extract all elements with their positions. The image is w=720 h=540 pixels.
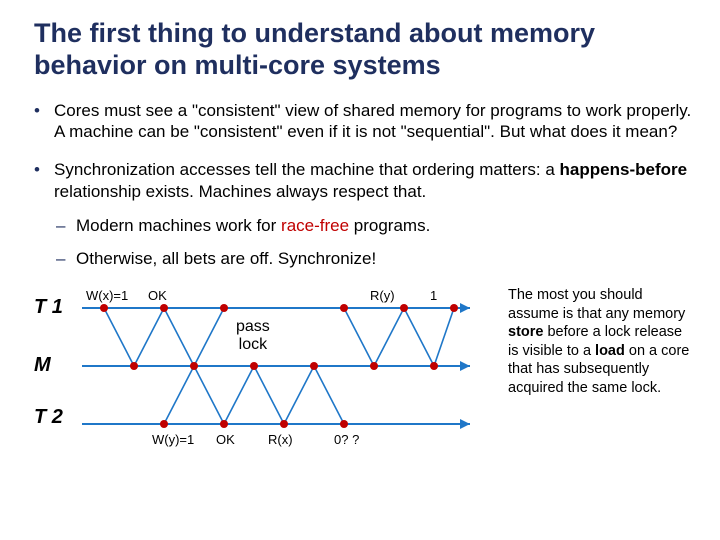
label-ok-bot: OK <box>216 432 235 447</box>
row-label-t1: T 1 <box>34 296 63 319</box>
label-lock: lock <box>239 336 267 353</box>
note-b1: store <box>508 324 543 340</box>
label-ry: R(y) <box>370 288 395 303</box>
sub-bullet-list: Modern machines work for race-free progr… <box>54 215 692 271</box>
sub-bullet-1: Modern machines work for race-free progr… <box>54 215 692 237</box>
sub1-post: programs. <box>349 216 430 235</box>
diagram-svg <box>34 286 494 446</box>
timeline-diagram: T 1 M T 2 W(x)=1 OK R(y) 1 pass lock W(y… <box>34 286 494 446</box>
label-wx1: W(x)=1 <box>86 288 128 303</box>
bullet-2-pre: Synchronization accesses tell the machin… <box>54 160 560 179</box>
bullet-2: Synchronization accesses tell the machin… <box>34 159 692 270</box>
label-rx: R(x) <box>268 432 293 447</box>
side-note: The most you should assume is that any m… <box>508 286 692 397</box>
label-ok-top: OK <box>148 288 167 303</box>
bullet-2-post: relationship exists. Machines always res… <box>54 182 426 201</box>
slide-title: The first thing to understand about memo… <box>34 18 692 82</box>
sub1-race: race-free <box>281 216 349 235</box>
label-pass: pass <box>236 318 270 335</box>
sub1-pre: Modern machines work for <box>76 216 281 235</box>
bullet-2-bold: happens-before <box>560 160 688 179</box>
note-p1: The most you should assume is that any m… <box>508 287 685 322</box>
note-b2: load <box>595 343 625 359</box>
row-label-m: M <box>34 354 51 377</box>
label-zeroq: 0? ? <box>334 432 359 447</box>
bullet-1: Cores must see a "consistent" view of sh… <box>34 100 692 144</box>
bullet-list: Cores must see a "consistent" view of sh… <box>34 100 692 271</box>
row-label-t2: T 2 <box>34 406 63 429</box>
sub-bullet-2: Otherwise, all bets are off. Synchronize… <box>54 248 692 270</box>
label-one: 1 <box>430 288 437 303</box>
label-wy1: W(y)=1 <box>152 432 194 447</box>
label-pass-lock: pass lock <box>236 318 270 353</box>
